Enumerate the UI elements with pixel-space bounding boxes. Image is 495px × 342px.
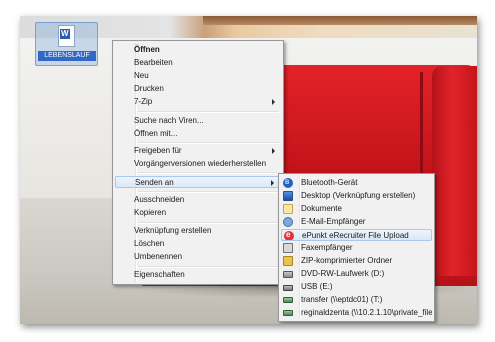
- desktop-screenshot: LEBENSLAUF Öffnen Bearbeiten Neu Drucken…: [20, 16, 477, 324]
- send-to-label: Faxempfänger: [301, 243, 353, 252]
- network-drive-icon: [283, 310, 293, 316]
- menu-item-label: Drucken: [134, 84, 164, 93]
- menu-item-label: Kopieren: [134, 208, 167, 217]
- menu-item-bearbeiten[interactable]: Bearbeiten: [115, 57, 281, 69]
- fax-icon: [283, 243, 293, 253]
- menu-separator: [138, 191, 279, 193]
- menu-item-label: Öffnen: [134, 45, 160, 54]
- menu-item-label: Löschen: [134, 239, 165, 248]
- send-to-epunkt[interactable]: ePunkt eRecruiter File Upload: [281, 229, 432, 241]
- menu-item-label: Neu: [134, 71, 149, 80]
- send-to-label: USB (E:): [301, 282, 333, 291]
- send-to-email[interactable]: E-Mail-Empfänger: [281, 216, 432, 228]
- usb-drive-icon: [283, 285, 293, 291]
- menu-item-label: Senden an: [135, 178, 174, 187]
- send-to-label: Dokumente: [301, 204, 342, 213]
- menu-separator: [138, 142, 279, 144]
- send-to-desktop[interactable]: Desktop (Verknüpfung erstellen): [281, 190, 432, 202]
- menu-separator: [138, 172, 279, 174]
- send-to-label: reginaldzenta (\\10.2.1.10\private_files…: [301, 308, 432, 317]
- menu-item-restore-versions[interactable]: Vorgängerversionen wiederherstellen: [115, 158, 281, 170]
- word-document-icon: [58, 25, 75, 47]
- send-to-label: DVD-RW-Laufwerk (D:): [301, 269, 385, 278]
- send-to-label: ePunkt eRecruiter File Upload: [302, 231, 409, 240]
- menu-item-label: Umbenennen: [134, 252, 183, 261]
- email-recipient-icon: [283, 217, 293, 227]
- epunkt-icon: [284, 230, 294, 240]
- submenu-arrow-icon: [272, 148, 275, 154]
- wallpaper-sofa-right: [432, 66, 477, 276]
- menu-item-7zip[interactable]: 7-Zip: [115, 96, 281, 108]
- send-to-bluetooth[interactable]: Bluetooth-Gerät: [281, 177, 432, 189]
- send-to-private-files[interactable]: reginaldzenta (\\10.2.1.10\private_files…: [281, 307, 432, 319]
- menu-item-drucken[interactable]: Drucken: [115, 83, 281, 95]
- menu-separator: [138, 222, 279, 224]
- menu-item-delete[interactable]: Löschen: [115, 238, 281, 250]
- menu-item-neu[interactable]: Neu: [115, 70, 281, 82]
- send-to-usb[interactable]: USB (E:): [281, 281, 432, 293]
- menu-item-send-to[interactable]: Senden an: [115, 176, 281, 188]
- menu-item-properties[interactable]: Eigenschaften: [115, 269, 281, 281]
- send-to-submenu: Bluetooth-Gerät Desktop (Verknüpfung ers…: [278, 173, 435, 322]
- menu-item-label: Freigeben für: [134, 146, 182, 155]
- desktop-icon: [283, 191, 293, 201]
- menu-item-label: Suche nach Viren...: [134, 116, 204, 125]
- documents-folder-icon: [283, 204, 293, 214]
- menu-item-label: Verknüpfung erstellen: [134, 226, 212, 235]
- send-to-transfer[interactable]: transfer (\\eptdc01) (T:): [281, 294, 432, 306]
- send-to-label: transfer (\\eptdc01) (T:): [301, 295, 383, 304]
- send-to-zip[interactable]: ZIP-komprimierter Ordner: [281, 255, 432, 267]
- send-to-label: Desktop (Verknüpfung erstellen): [301, 191, 416, 200]
- menu-item-label: 7-Zip: [134, 97, 153, 106]
- menu-item-share-with[interactable]: Freigeben für: [115, 145, 281, 157]
- send-to-label: Bluetooth-Gerät: [301, 178, 358, 187]
- context-menu: Öffnen Bearbeiten Neu Drucken 7-Zip Such…: [112, 40, 284, 285]
- menu-item-label: Öffnen mit...: [134, 129, 178, 138]
- menu-item-open-with[interactable]: Öffnen mit...: [115, 128, 281, 140]
- send-to-label: E-Mail-Empfänger: [301, 217, 366, 226]
- dvd-drive-icon: [283, 271, 293, 278]
- file-name-label: LEBENSLAUF: [38, 51, 96, 61]
- menu-separator: [138, 111, 279, 113]
- send-to-dvd[interactable]: DVD-RW-Laufwerk (D:): [281, 268, 432, 280]
- menu-item-create-shortcut[interactable]: Verknüpfung erstellen: [115, 225, 281, 237]
- desktop-file[interactable]: LEBENSLAUF: [35, 22, 98, 66]
- menu-item-label: Eigenschaften: [134, 270, 185, 279]
- send-to-label: ZIP-komprimierter Ordner: [301, 256, 393, 265]
- submenu-arrow-icon: [272, 99, 275, 105]
- menu-separator: [138, 266, 279, 268]
- submenu-arrow-icon: [271, 180, 274, 186]
- menu-item-label: Bearbeiten: [134, 58, 173, 67]
- network-drive-icon: [283, 297, 293, 303]
- menu-item-rename[interactable]: Umbenennen: [115, 251, 281, 263]
- send-to-fax[interactable]: Faxempfänger: [281, 242, 432, 254]
- wallpaper-beam: [203, 16, 477, 25]
- menu-item-cut[interactable]: Ausschneiden: [115, 194, 281, 206]
- bluetooth-icon: [283, 177, 293, 188]
- menu-item-label: Ausschneiden: [134, 195, 185, 204]
- menu-item-oeffnen[interactable]: Öffnen: [115, 44, 281, 56]
- menu-item-label: Vorgängerversionen wiederherstellen: [134, 159, 267, 168]
- menu-item-virus-scan[interactable]: Suche nach Viren...: [115, 115, 281, 127]
- menu-item-copy[interactable]: Kopieren: [115, 207, 281, 219]
- zip-folder-icon: [283, 256, 293, 266]
- send-to-documents[interactable]: Dokumente: [281, 203, 432, 215]
